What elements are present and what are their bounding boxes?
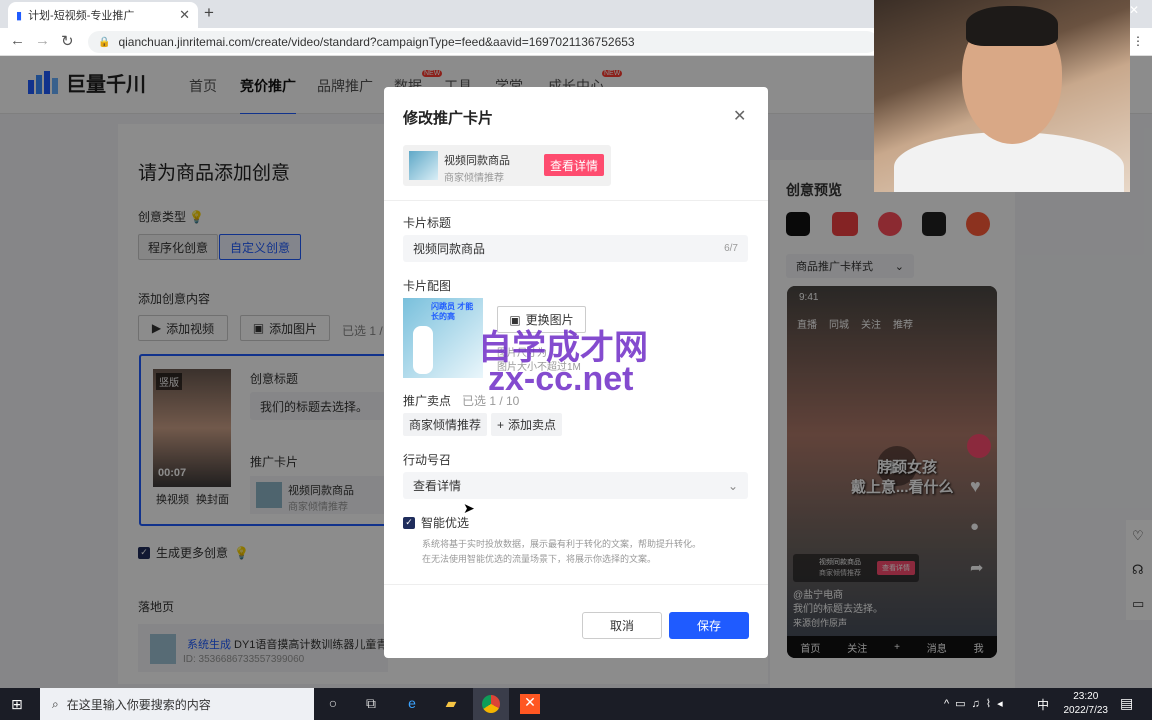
modal-divider [384,584,768,585]
modal-card-preview: 视频同款商品 商家倾情推荐 查看详情 [403,145,611,186]
cta-label: 行动号召 [403,453,452,467]
chrome-taskbar-item[interactable] [473,688,509,720]
browser-tab[interactable]: ▮ 计划-短视频-专业推广 ✕ [8,2,198,28]
selling-point-tag[interactable]: 商家倾情推荐 [403,413,488,436]
back-icon[interactable]: ← [10,32,25,49]
mouse-cursor-icon: ➤ [463,500,475,516]
taskbar-clock[interactable]: 23:20 2022/7/23 [1064,690,1109,718]
watermark-line2: zx-cc.net [488,360,634,398]
card-preview-button: 查看详情 [544,154,604,176]
system-tray-icons[interactable]: ^▭♫⌇◂ [944,697,1009,710]
app-icon[interactable]: ✕ [520,694,540,714]
card-title-input[interactable]: 视频同款商品 6/7 [403,235,748,262]
card-preview-sub: 商家倾情推荐 [444,173,504,184]
smart-optimize-checkbox[interactable]: ✓ 智能优选 [403,514,469,531]
search-icon: ⌕ [52,696,59,711]
char-count: 6/7 [724,243,738,254]
notification-icon[interactable]: ▤ [1120,695,1133,712]
chrome-icon [482,695,500,713]
webcam-hair [966,6,1058,46]
save-button[interactable]: 保存 [669,612,749,639]
plus-icon: + [497,417,505,432]
windows-start-icon[interactable]: ⊞ [11,696,23,713]
url-field[interactable]: 🔒 qianchuan.jinritemai.com/create/video/… [88,31,878,53]
edge-icon[interactable]: e [403,695,421,713]
url-text: qianchuan.jinritemai.com/create/video/st… [118,35,635,49]
tab-close-icon[interactable]: ✕ [179,7,190,23]
smart-desc-1: 系统将基于实时投放数据，展示最有利于转化的文案，帮助提升转化。 [422,539,702,549]
webcam-overlay [874,0,1130,192]
add-selling-point-button[interactable]: + 添加卖点 [491,413,563,436]
cortana-icon[interactable]: ○ [324,695,342,713]
card-preview-thumb [409,151,438,180]
smart-desc-2: 在无法使用智能优选的流量场景下，将展示你选择的文案。 [422,554,657,564]
modal-divider [384,200,768,201]
task-view-icon[interactable]: ⧉ [362,695,380,713]
tab-favicon-icon: ▮ [16,9,23,22]
chevron-down-icon: ⌄ [727,478,738,493]
thumb-text: 闪跳员 才能长的高 [431,302,474,321]
new-tab-icon[interactable]: + [204,3,214,23]
lock-icon: 🔒 [98,36,111,48]
reload-icon[interactable]: ↻ [61,32,74,50]
cta-select[interactable]: 查看详情 ⌄ [403,472,748,499]
close-icon[interactable]: ✕ [733,106,746,126]
windows-taskbar: ⊞ ⌕ 在这里输入你要搜索的内容 ○ ⧉ e ▰ ✕ ^▭♫⌇◂ 中 23:20 … [0,688,1152,720]
selling-points-label: 推广卖点 [403,394,452,408]
card-preview-title: 视频同款商品 [444,155,510,167]
file-explorer-icon[interactable]: ▰ [442,695,460,713]
clock-date: 2022/7/23 [1063,705,1109,716]
card-title-label: 卡片标题 [403,216,452,230]
ime-indicator[interactable]: 中 [1037,696,1049,713]
card-image-label: 卡片配图 [403,279,452,293]
taskbar-search[interactable]: ⌕ 在这里输入你要搜索的内容 [40,688,314,720]
clock-time: 23:20 [1073,691,1099,702]
thumb-person [413,326,433,374]
browser-menu-icon[interactable]: ⋮ [1132,34,1144,48]
window-close-icon[interactable]: ✕ [1129,3,1139,17]
checkbox-checked-icon: ✓ [403,516,415,529]
tab-title: 计划-短视频-专业推广 [28,10,135,22]
modal-title: 修改推广卡片 [403,110,494,127]
forward-icon[interactable]: → [35,32,50,49]
cancel-button[interactable]: 取消 [582,612,662,639]
card-image-thumb: 闪跳员 才能长的高 [403,298,483,378]
